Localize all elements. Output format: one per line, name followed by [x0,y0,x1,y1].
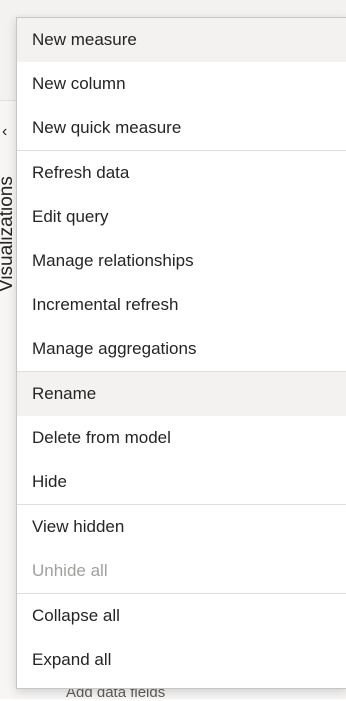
menu-item-expand-all[interactable]: Expand all [17,638,346,682]
menu-item-delete-from-model[interactable]: Delete from model [17,416,346,460]
menu-item-view-hidden[interactable]: View hidden [17,505,346,549]
menu-item-refresh-data[interactable]: Refresh data [17,151,346,195]
menu-item-rename[interactable]: Rename [17,372,346,416]
collapse-chevron-icon[interactable]: ‹ [2,123,7,141]
menu-item-edit-query[interactable]: Edit query [17,195,346,239]
menu-item-incremental-refresh[interactable]: Incremental refresh [17,283,346,327]
menu-item-hide[interactable]: Hide [17,460,346,504]
menu-item-manage-aggregations[interactable]: Manage aggregations [17,327,346,371]
menu-item-collapse-all[interactable]: Collapse all [17,594,346,638]
menu-item-manage-relationships[interactable]: Manage relationships [17,239,346,283]
menu-item-new-measure[interactable]: New measure [17,18,346,62]
menu-item-new-quick-measure[interactable]: New quick measure [17,106,346,150]
menu-item-new-column[interactable]: New column [17,62,346,106]
menu-item-unhide-all: Unhide all [32,561,108,580]
context-menu: New measure New column New quick measure… [16,17,346,689]
